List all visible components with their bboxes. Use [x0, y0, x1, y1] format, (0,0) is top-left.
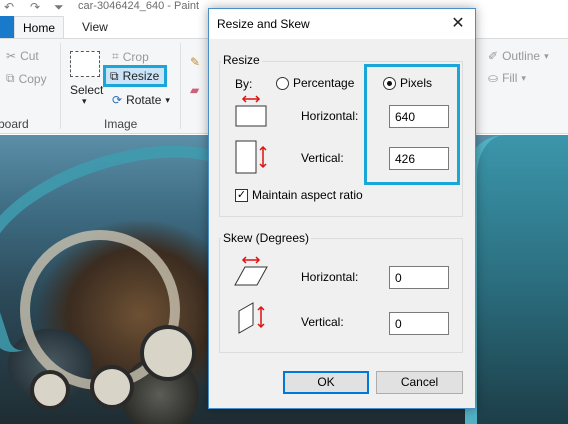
undo-icon[interactable]: ↶ [4, 0, 14, 14]
tab-view[interactable]: View [74, 16, 116, 38]
pixels-radio[interactable]: Pixels [383, 76, 432, 90]
canvas-gauge-shape [30, 370, 70, 410]
copy-button[interactable]: ⧉ Copy [6, 71, 47, 86]
resize-horizontal-input[interactable] [389, 105, 449, 128]
outline-label: Outline [502, 49, 541, 63]
tab-home[interactable]: Home [14, 16, 65, 38]
resize-button[interactable]: ⧉ Resize [103, 65, 167, 87]
select-dropdown-icon[interactable]: ▾ [82, 96, 87, 107]
maintain-aspect-checkbox[interactable]: ✓ Maintain aspect ratio [235, 188, 363, 202]
clipboard-group-label: board [0, 117, 29, 131]
close-icon[interactable]: ✕ [445, 11, 471, 37]
radio-circle [276, 76, 289, 90]
cut-label: Cut [20, 49, 39, 63]
skew-vertical-input[interactable] [389, 312, 449, 335]
by-label: By: [235, 77, 253, 91]
outline-button[interactable]: ✐ Outline ▾ [488, 49, 549, 63]
horizontal-skew-icon [234, 256, 268, 286]
crop-icon: ⌗ [112, 49, 119, 63]
copy-label: Copy [18, 71, 47, 86]
cancel-button[interactable]: Cancel [376, 371, 463, 394]
skew-horizontal-label: Horizontal: [301, 270, 359, 284]
resize-group-label: Resize [221, 53, 262, 67]
percentage-radio[interactable]: Percentage [276, 76, 354, 90]
maintain-aspect-label: Maintain aspect ratio [252, 188, 363, 202]
resize-skew-dialog: Resize and Skew ✕ Resize By: Percentage … [208, 8, 476, 409]
resize-vertical-input[interactable] [389, 147, 449, 170]
ribbon-separator [180, 43, 181, 129]
fill-label: Fill [502, 71, 518, 85]
percentage-label: Percentage [293, 76, 355, 90]
fill-icon: ⛀ [488, 71, 499, 85]
checkmark-icon: ✓ [235, 188, 248, 202]
redo-icon[interactable]: ↷ [30, 0, 40, 14]
crop-label: Crop [122, 49, 149, 64]
rotate-button[interactable]: ⟳ Rotate ▾ [112, 93, 170, 107]
window-title: car-3046424_640 - Paint [78, 0, 200, 12]
resize-horizontal-label: Horizontal: [301, 109, 359, 123]
ok-button[interactable]: OK [283, 371, 369, 394]
canvas-gauge-shape [140, 325, 196, 381]
outline-icon: ✐ [488, 49, 499, 63]
vertical-resize-icon [235, 140, 267, 174]
canvas-gauge-shape [90, 365, 134, 409]
select-icon[interactable] [70, 51, 100, 77]
vertical-skew-icon [238, 302, 265, 334]
pixels-label: Pixels [400, 76, 433, 90]
dialog-title: Resize and Skew [217, 17, 310, 31]
dialog-titlebar: Resize and Skew ✕ [209, 9, 475, 39]
rotate-label: Rotate [126, 93, 162, 107]
cut-icon: ✂ [6, 49, 17, 63]
image-group-label: Image [104, 117, 138, 131]
customize-quick-access-icon[interactable]: ⏷ [54, 0, 64, 15]
fill-button[interactable]: ⛀ Fill ▾ [488, 71, 526, 85]
eraser-icon[interactable]: ▰ [190, 83, 199, 97]
ribbon-separator [60, 43, 61, 129]
crop-button[interactable]: ⌗ Crop [112, 49, 149, 64]
skew-group-label: Skew (Degrees) [221, 231, 312, 245]
select-button[interactable]: Select [70, 83, 103, 97]
rotate-dropdown-icon: ▾ [165, 94, 170, 105]
horizontal-resize-icon [235, 95, 267, 127]
file-tab[interactable] [0, 16, 14, 38]
pencil-icon[interactable]: ✎ [190, 55, 200, 69]
resize-icon: ⧉ [110, 68, 119, 83]
fill-dropdown-icon: ▾ [521, 72, 526, 83]
canvas-door-frame-shape [465, 135, 568, 424]
copy-icon: ⧉ [6, 71, 15, 85]
cut-button[interactable]: ✂ Cut [6, 49, 39, 63]
rotate-icon: ⟳ [112, 93, 123, 107]
outline-dropdown-icon: ▾ [544, 50, 549, 61]
resize-vertical-label: Vertical: [301, 151, 344, 165]
skew-horizontal-input[interactable] [389, 266, 449, 289]
skew-vertical-label: Vertical: [301, 315, 344, 329]
radio-circle [383, 76, 396, 90]
resize-label: Resize [122, 69, 160, 83]
